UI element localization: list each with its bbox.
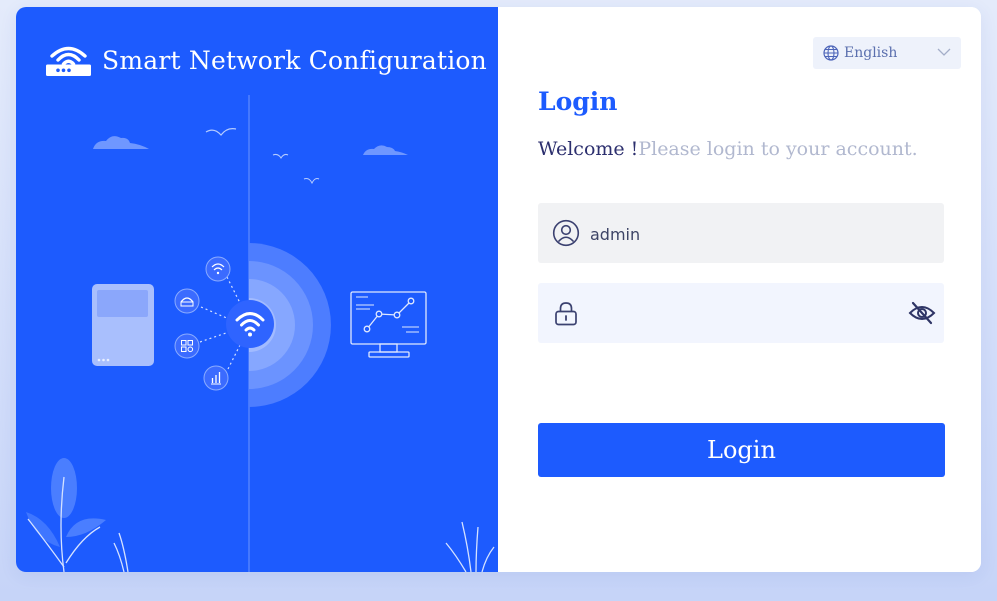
chevron-down-icon xyxy=(937,48,951,56)
apps-node-icon xyxy=(174,333,200,359)
bird-icon xyxy=(205,128,237,136)
page-title: Login xyxy=(538,87,618,116)
username-input[interactable] xyxy=(588,217,892,251)
router-settings-node-icon xyxy=(174,288,200,314)
plant-decoration-icon xyxy=(26,458,106,547)
login-button[interactable]: Login xyxy=(538,423,945,477)
lock-icon xyxy=(555,302,577,326)
welcome-message: Welcome !Please login to your account. xyxy=(538,138,918,160)
user-icon xyxy=(552,219,580,247)
login-card: Smart Network Configuration English Logi… xyxy=(16,7,981,572)
password-field xyxy=(538,283,944,343)
globe-icon xyxy=(823,45,839,61)
login-panel: English Login Welcome !Please login to y… xyxy=(498,7,981,572)
language-select[interactable]: English xyxy=(813,37,961,69)
language-label: English xyxy=(844,45,898,61)
welcome-subtitle: Please login to your account. xyxy=(638,138,918,160)
bird-icon xyxy=(303,178,320,185)
wifi-settings-node-icon xyxy=(205,256,231,282)
eye-off-icon[interactable] xyxy=(908,299,936,327)
network-illustration xyxy=(26,95,495,572)
welcome-text: Welcome ! xyxy=(538,138,639,160)
cloud-icon xyxy=(363,145,408,155)
hero-panel: Smart Network Configuration xyxy=(16,7,498,572)
cloud-icon xyxy=(93,136,149,149)
signal-chart-node-icon xyxy=(203,365,229,391)
router-device-icon xyxy=(92,284,154,366)
wifi-hub-icon xyxy=(226,300,274,348)
monitor-chart-icon xyxy=(350,291,427,358)
bird-icon xyxy=(272,153,289,159)
password-input[interactable] xyxy=(588,297,892,331)
username-field xyxy=(538,203,944,263)
